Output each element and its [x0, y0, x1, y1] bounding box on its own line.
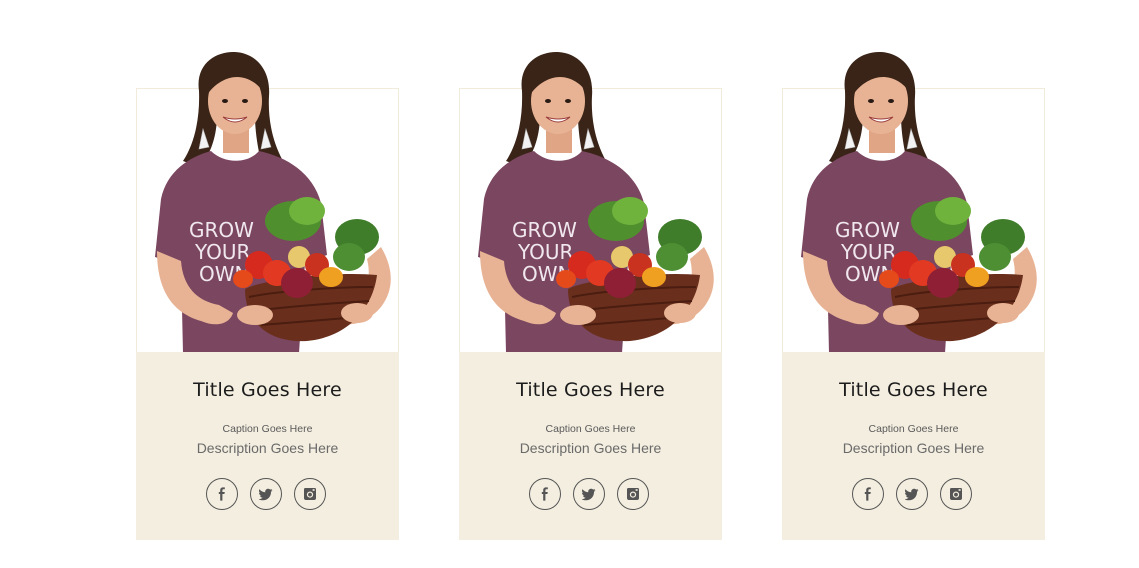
person-photo: GROW YOUR OWN — [478, 51, 714, 353]
twitter-button[interactable] — [896, 478, 928, 510]
instagram-icon — [949, 487, 963, 501]
profile-card: GROW YOUR OWN Title Goes Here Caption Goe… — [136, 51, 399, 540]
twitter-icon — [582, 487, 596, 501]
instagram-button[interactable] — [294, 478, 326, 510]
instagram-button[interactable] — [940, 478, 972, 510]
card-caption: Caption Goes Here — [222, 423, 313, 435]
svg-text:YOUR: YOUR — [194, 240, 251, 264]
card-caption: Caption Goes Here — [545, 423, 636, 435]
instagram-button[interactable] — [617, 478, 649, 510]
card-photo: GROW YOUR OWN — [136, 51, 399, 353]
social-links — [529, 478, 653, 510]
card-info: Title Goes Here Caption Goes Here Descript… — [782, 352, 1045, 540]
card-description: Description Goes Here — [196, 440, 339, 456]
facebook-button[interactable] — [529, 478, 561, 510]
twitter-icon — [259, 487, 273, 501]
social-links — [852, 478, 976, 510]
profile-card: GROW YOUR OWN Title Goes Here Caption Goe… — [459, 51, 722, 540]
card-caption: Caption Goes Here — [868, 423, 959, 435]
twitter-button[interactable] — [250, 478, 282, 510]
shirt-print: GROW — [512, 218, 577, 242]
facebook-icon — [215, 487, 229, 501]
shirt-print: GROW — [189, 218, 254, 242]
facebook-icon — [538, 487, 552, 501]
card-info: Title Goes Here Caption Goes Here Descript… — [136, 352, 399, 540]
twitter-button[interactable] — [573, 478, 605, 510]
svg-text:YOUR: YOUR — [840, 240, 897, 264]
social-links — [206, 478, 330, 510]
card-description: Description Goes Here — [842, 440, 985, 456]
shirt-print: GROW — [835, 218, 900, 242]
card-description: Description Goes Here — [519, 440, 662, 456]
person-photo: GROW YOUR OWN — [801, 51, 1037, 353]
person-photo: GROW YOUR OWN — [155, 51, 391, 353]
facebook-button[interactable] — [206, 478, 238, 510]
card-info: Title Goes Here Caption Goes Here Descript… — [459, 352, 722, 540]
twitter-icon — [905, 487, 919, 501]
svg-text:YOUR: YOUR — [517, 240, 574, 264]
profile-card: GROW YOUR OWN Title Goes Here Caption Goe… — [782, 51, 1045, 540]
card-title: Title Goes Here — [193, 379, 342, 401]
card-photo: GROW YOUR OWN — [782, 51, 1045, 353]
card-title: Title Goes Here — [516, 379, 665, 401]
facebook-icon — [861, 487, 875, 501]
card-title: Title Goes Here — [839, 379, 988, 401]
facebook-button[interactable] — [852, 478, 884, 510]
card-photo: GROW YOUR OWN — [459, 51, 722, 353]
instagram-icon — [626, 487, 640, 501]
instagram-icon — [303, 487, 317, 501]
